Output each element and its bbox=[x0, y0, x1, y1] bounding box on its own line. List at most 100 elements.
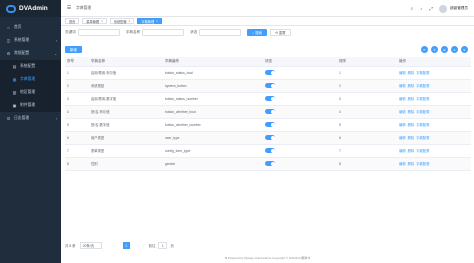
cell-dict-code: gender bbox=[163, 157, 263, 171]
delete-link[interactable]: 删除 bbox=[408, 110, 415, 114]
dict-config-link[interactable]: 字典配置 bbox=[416, 97, 429, 101]
dict-config-link[interactable]: 字典配置 bbox=[416, 84, 429, 88]
export-icon[interactable]: ⇅ bbox=[461, 46, 468, 53]
table-row[interactable]: 2 系统按钮 system_button 2 编辑 删除 字典配置 bbox=[65, 79, 471, 93]
dict-config-link[interactable]: 字典配置 bbox=[416, 71, 429, 75]
sidebar-item-area[interactable]: ▥ 地区管理 bbox=[0, 86, 61, 99]
delete-link[interactable]: 删除 bbox=[408, 123, 415, 127]
sidebar-item-logs[interactable]: ☰ 日志管理 › bbox=[0, 112, 61, 125]
next-page-icon[interactable]: › bbox=[136, 244, 142, 248]
col-header[interactable]: 操作 bbox=[397, 57, 471, 67]
edit-link[interactable]: 编辑 bbox=[399, 110, 406, 114]
density-icon[interactable]: ≡ bbox=[451, 46, 458, 53]
prev-page-icon[interactable]: ‹ bbox=[111, 244, 117, 248]
add-button[interactable]: 新增 bbox=[65, 46, 82, 53]
edit-link[interactable]: 编辑 bbox=[399, 136, 406, 140]
menu-toggle-icon[interactable]: ☰ bbox=[64, 5, 74, 11]
table-row[interactable]: 1 启用/禁用-布尔值 button_status_bool 1 编辑 删除 字典配置 bbox=[65, 66, 471, 80]
sidebar-item-attachment[interactable]: ▣ 附件管理 bbox=[0, 99, 61, 112]
col-header[interactable]: 状态 bbox=[263, 57, 337, 67]
page-number[interactable]: 1 bbox=[122, 242, 130, 249]
gear-icon: ⚙ bbox=[6, 51, 11, 56]
edit-link[interactable]: 编辑 bbox=[399, 149, 406, 153]
cell-status bbox=[263, 131, 337, 145]
dict-name-input[interactable] bbox=[142, 29, 185, 36]
col-header[interactable]: 字典名称 bbox=[89, 57, 163, 67]
table-row[interactable]: 5 是/否-数字值 button_whether_number 5 编辑 删除 字典配置 bbox=[65, 118, 471, 132]
search-button[interactable]: ⌕ 搜索 bbox=[247, 29, 267, 36]
edit-link[interactable]: 编辑 bbox=[399, 162, 406, 166]
status-toggle[interactable] bbox=[265, 96, 275, 101]
status-toggle[interactable] bbox=[265, 70, 275, 75]
table-row[interactable]: 4 是/否-布尔值 button_whether_bool 4 编辑 删除 字典配置 bbox=[65, 105, 471, 119]
status-toggle[interactable] bbox=[265, 161, 275, 166]
delete-link[interactable]: 删除 bbox=[408, 71, 415, 75]
tab-label: 系统配置 bbox=[113, 19, 127, 24]
col-header[interactable]: 排序 bbox=[337, 57, 397, 67]
avatar[interactable] bbox=[439, 4, 448, 13]
dict-config-link[interactable]: 字典配置 bbox=[416, 162, 429, 166]
tab-home[interactable]: 首页 bbox=[65, 18, 80, 24]
bell-icon[interactable]: ♪ bbox=[420, 6, 422, 11]
sidebar-item-system-config[interactable]: ▤ 系统配置 bbox=[0, 60, 61, 73]
close-icon[interactable]: × bbox=[129, 19, 131, 23]
sidebar-item-system[interactable]: ◫ 系统管理 › bbox=[0, 34, 61, 47]
sidebar-item-general-config[interactable]: ⚙ 常规配置 ⌄ bbox=[0, 47, 61, 60]
goto-input[interactable]: 1 bbox=[158, 242, 168, 249]
columns-icon[interactable]: ⊞ bbox=[441, 46, 448, 53]
sidebar-item-home[interactable]: ⌂ 首页 bbox=[0, 21, 61, 34]
tab-dictionary[interactable]: 字典管理 × bbox=[137, 18, 162, 24]
table-row[interactable]: 3 启用/禁用-数字值 button_status_number 3 编辑 删除 字典配置 bbox=[65, 92, 471, 106]
delete-link[interactable]: 删除 bbox=[408, 136, 415, 140]
logo[interactable]: DVAdmin bbox=[0, 0, 61, 17]
close-icon[interactable]: × bbox=[156, 19, 158, 23]
status-toggle[interactable] bbox=[265, 135, 275, 140]
page-size-select[interactable]: 20条/页 bbox=[79, 242, 102, 249]
cell-actions: 编辑 删除 字典配置 bbox=[397, 131, 471, 145]
refresh-icon[interactable]: ⟳ bbox=[421, 46, 428, 53]
sidebar-item-label: 附件管理 bbox=[20, 103, 36, 107]
cell-dict-code: user_type bbox=[163, 131, 263, 145]
username[interactable]: 超级管理员 bbox=[450, 6, 468, 11]
dict-config-link[interactable]: 字典配置 bbox=[416, 136, 429, 140]
dict-config-link[interactable]: 字典配置 bbox=[416, 123, 429, 127]
delete-link[interactable]: 删除 bbox=[408, 149, 415, 153]
dict-config-link[interactable]: 字典配置 bbox=[416, 110, 429, 114]
logo-icon bbox=[6, 4, 16, 13]
reset-button[interactable]: ⟲ 重置 bbox=[269, 29, 291, 36]
logo-text: DVAdmin bbox=[19, 5, 48, 12]
edit-link[interactable]: 编辑 bbox=[399, 84, 406, 88]
table-header-row: 序号 字典名称 字典编号 状态 排序 操作 bbox=[65, 57, 471, 67]
table-row[interactable]: 6 用户类型 user_type 6 编辑 删除 字典配置 bbox=[65, 131, 471, 145]
sidebar-item-label: 首页 bbox=[14, 25, 22, 29]
col-header[interactable]: 字典编号 bbox=[163, 57, 263, 67]
search-icon[interactable]: ⌕ bbox=[411, 6, 414, 11]
status-select[interactable] bbox=[199, 29, 242, 36]
delete-link[interactable]: 删除 bbox=[408, 97, 415, 101]
edit-link[interactable]: 编辑 bbox=[399, 97, 406, 101]
system-icon: ◫ bbox=[6, 38, 11, 43]
delete-link[interactable]: 删除 bbox=[408, 84, 415, 88]
sidebar-item-dictionary[interactable]: ▦ 字典管理 bbox=[0, 73, 61, 86]
breadcrumb[interactable]: 字典管理 bbox=[76, 6, 91, 11]
fullscreen-icon[interactable]: ⤢ bbox=[429, 6, 433, 11]
table-row[interactable]: 7 表单类型 config_form_type 7 编辑 删除 字典配置 bbox=[65, 144, 471, 158]
status-toggle[interactable] bbox=[265, 122, 275, 127]
dictionary-icon: ▦ bbox=[12, 77, 17, 82]
keyword-input[interactable] bbox=[77, 29, 120, 36]
status-toggle[interactable] bbox=[265, 83, 275, 88]
table-row[interactable]: 8 性别 gender 8 编辑 删除 字典配置 bbox=[65, 157, 471, 171]
tab-system-config[interactable]: 系统配置 × bbox=[109, 18, 135, 24]
edit-link[interactable]: 编辑 bbox=[399, 71, 406, 75]
delete-link[interactable]: 删除 bbox=[408, 162, 415, 166]
tab-label: 菜单管理 bbox=[86, 19, 100, 24]
edit-link[interactable]: 编辑 bbox=[399, 123, 406, 127]
close-icon[interactable]: × bbox=[101, 19, 103, 23]
status-toggle[interactable] bbox=[265, 148, 275, 153]
col-header[interactable]: 序号 bbox=[65, 57, 89, 67]
tab-menu-management[interactable]: 菜单管理 × bbox=[82, 18, 107, 24]
status-toggle[interactable] bbox=[265, 109, 275, 114]
sidebar-item-label: 日志管理 bbox=[14, 116, 30, 120]
dict-config-link[interactable]: 字典配置 bbox=[416, 149, 429, 153]
search-toggle-icon[interactable]: ⚲ bbox=[431, 46, 438, 53]
